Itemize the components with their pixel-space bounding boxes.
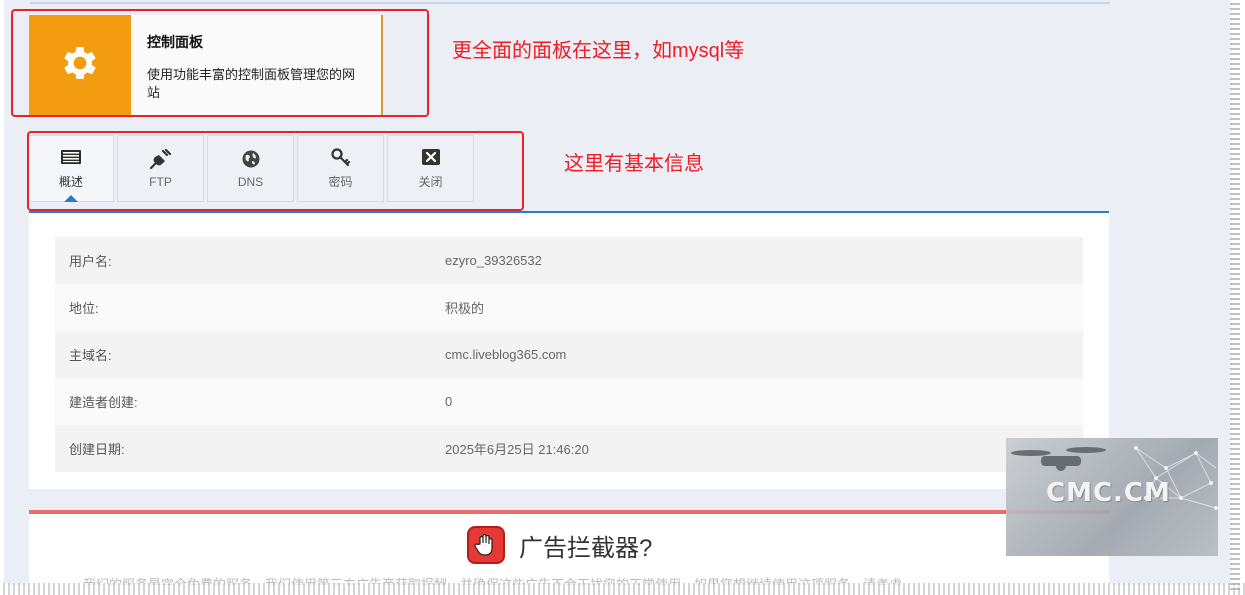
- info-label: 建造者创建:: [69, 395, 138, 410]
- info-row-username: 用户名: ezyro_39326532: [55, 237, 1083, 284]
- top-divider: [30, 2, 1110, 4]
- info-row-status: 地位: 积极的: [55, 284, 1083, 331]
- watermark-image: CMC.CM: [1006, 438, 1218, 556]
- page-content: 控制面板 使用功能丰富的控制面板管理您的网站 更全面的面板在这里，如mysql等…: [4, 0, 1232, 585]
- info-value: 积极的: [445, 301, 485, 316]
- info-label: 主域名:: [69, 348, 112, 363]
- stop-hand-icon: [467, 526, 505, 564]
- info-value: cmc.liveblog365.com: [445, 347, 567, 362]
- info-row-created-date: 创建日期: 2025年6月25日 21:46:20: [55, 425, 1083, 472]
- info-label: 地位:: [69, 301, 99, 316]
- ad-blocker-title: 广告拦截器?: [519, 534, 653, 562]
- info-row-builder: 建造者创建: 0: [55, 378, 1083, 425]
- torn-edge-bottom: [0, 583, 1245, 595]
- info-value: ezyro_39326532: [445, 253, 542, 268]
- account-info-table: 用户名: ezyro_39326532 地位: 积极的 主域名: cmc.liv…: [55, 237, 1083, 472]
- annotation-box-tabs: [27, 131, 524, 211]
- annotation-panel-note: 更全面的面板在这里，如mysql等: [452, 40, 745, 62]
- account-info-panel: 用户名: ezyro_39326532 地位: 积极的 主域名: cmc.liv…: [29, 211, 1109, 489]
- info-row-main-domain: 主域名: cmc.liveblog365.com: [55, 331, 1083, 378]
- watermark-text: CMC.CM: [1046, 478, 1171, 508]
- annotation-box-panel: [11, 9, 429, 117]
- annotation-tabs-note: 这里有基本信息: [564, 153, 704, 175]
- ad-blocker-notice: 广告拦截器? 我们的服务是完全免费的服务，我们使用第三方广告商获取报酬，并确保这…: [29, 510, 1109, 585]
- info-value: 2025年6月25日 21:46:20: [445, 442, 589, 457]
- torn-edge-right: [1230, 0, 1240, 590]
- info-label: 创建日期:: [69, 442, 125, 457]
- info-value: 0: [445, 394, 453, 409]
- info-label: 用户名:: [69, 254, 112, 269]
